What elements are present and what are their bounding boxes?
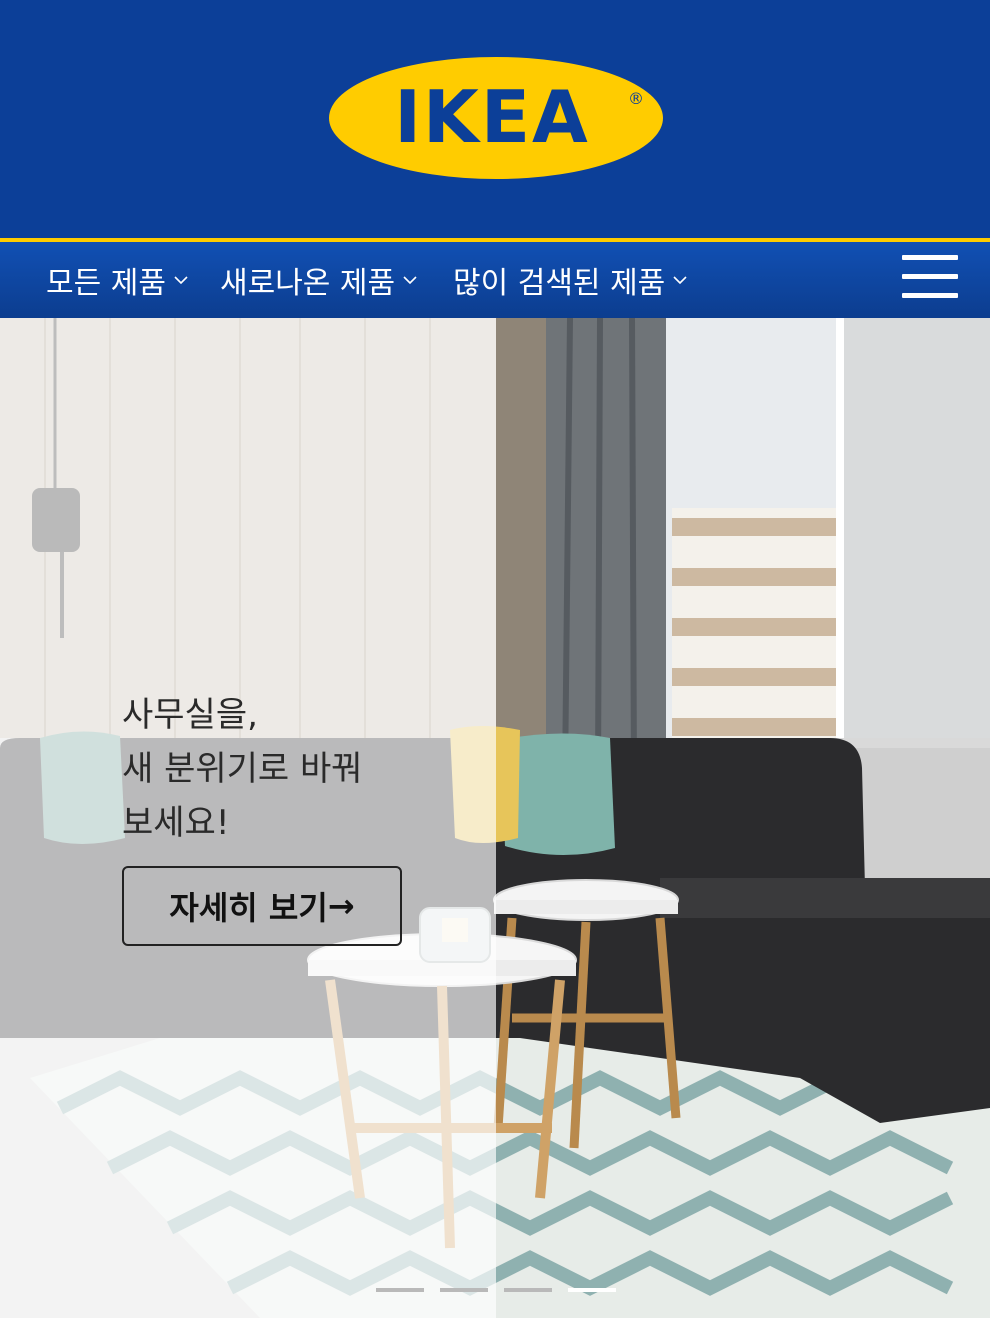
chevron-down-icon xyxy=(673,276,687,285)
view-details-button[interactable]: 자세히 보기 → xyxy=(122,866,402,946)
category-nav: 모든 제품 새로나온 제품 많이 검색된 제품 xyxy=(0,242,990,318)
hero-banner: 사무실을, 새 분위기로 바꿔 보세요! 자세히 보기 → xyxy=(0,318,990,1318)
carousel-dot-3[interactable] xyxy=(504,1288,552,1292)
ikea-logo[interactable]: IKEA ® xyxy=(328,56,664,180)
nav-item-all-products[interactable]: 모든 제품 xyxy=(46,242,188,318)
chevron-down-icon xyxy=(174,276,188,285)
logo-wordmark: IKEA xyxy=(394,75,590,159)
header-bar: IKEA ® xyxy=(0,0,990,238)
carousel-dot-2[interactable] xyxy=(440,1288,488,1292)
nav-item-label: 새로나온 제품 xyxy=(220,266,396,301)
hamburger-icon[interactable] xyxy=(902,255,958,299)
nav-item-label: 많이 검색된 제품 xyxy=(453,266,666,301)
cta-label: 자세히 보기 xyxy=(169,889,328,927)
nav-item-popular-products[interactable]: 많이 검색된 제품 xyxy=(453,242,687,318)
carousel-indicator xyxy=(376,1288,616,1292)
nav-item-label: 모든 제품 xyxy=(46,266,166,301)
arrow-right-icon: → xyxy=(327,887,355,925)
carousel-dot-1[interactable] xyxy=(376,1288,424,1292)
nav-item-new-products[interactable]: 새로나온 제품 xyxy=(220,242,417,318)
hero-line: 새 분위기로 바꿔 xyxy=(122,749,363,789)
hero-line: 사무실을, xyxy=(122,695,258,735)
chevron-down-icon xyxy=(403,276,417,285)
carousel-dot-4[interactable] xyxy=(568,1288,616,1292)
registered-mark: ® xyxy=(628,89,644,108)
hero-line: 보세요! xyxy=(122,803,230,843)
hero-headline: 사무실을, 새 분위기로 바꿔 보세요! xyxy=(122,688,363,850)
